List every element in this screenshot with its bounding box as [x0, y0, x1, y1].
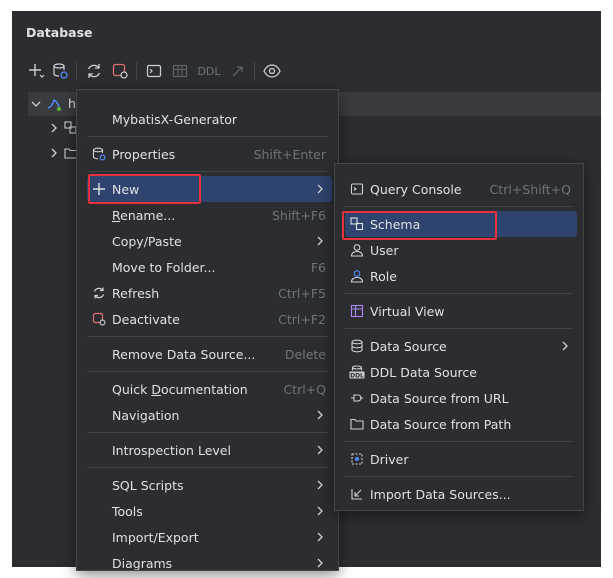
submenu-item-import-data-sources[interactable]: Import Data Sources...: [345, 481, 577, 507]
chevron-right-icon: [317, 445, 323, 455]
add-icon[interactable]: [24, 59, 48, 83]
submenu-item-driver[interactable]: Driver: [345, 446, 577, 472]
menu-item-properties[interactable]: Properties Shift+Enter: [87, 141, 332, 167]
menu-item-refresh[interactable]: Refresh Ctrl+F5: [87, 280, 332, 306]
menu-item-import-export[interactable]: Import/Export: [87, 524, 332, 550]
menu-item-deactivate[interactable]: Deactivate Ctrl+F2: [87, 306, 332, 332]
deactivate-icon[interactable]: [108, 59, 132, 83]
submenu-item-data-source[interactable]: Data Source: [345, 333, 577, 359]
chevron-right-icon: [317, 532, 323, 542]
url-plug-icon: [349, 390, 365, 406]
import-icon: [349, 486, 365, 502]
database-icon: [349, 338, 365, 354]
chevron-right-icon[interactable]: [48, 147, 60, 159]
panel-title: Database: [26, 25, 93, 40]
chevron-right-icon: [317, 236, 323, 246]
submenu-item-data-source-from-path[interactable]: Data Source from Path: [345, 411, 577, 437]
console-icon: [349, 181, 365, 197]
chevron-right-icon: [317, 184, 323, 194]
refresh-icon[interactable]: [82, 59, 106, 83]
ddl-icon[interactable]: DDL: [194, 59, 224, 83]
console-icon[interactable]: [142, 59, 166, 83]
chevron-right-icon: [317, 410, 323, 420]
menu-item-remove-data-source[interactable]: Remove Data Source... Delete: [87, 341, 332, 367]
schema-icon: [349, 216, 365, 232]
menu-item-copy-paste[interactable]: Copy/Paste: [87, 228, 332, 254]
menu-item-move-to-folder[interactable]: Move to Folder... F6: [87, 254, 332, 280]
datasource-settings-icon[interactable]: [48, 59, 72, 83]
svg-text:DDL: DDL: [350, 372, 364, 379]
chevron-right-icon: [317, 506, 323, 516]
submenu-item-query-console[interactable]: Query Console Ctrl+Shift+Q: [345, 176, 577, 202]
plus-icon: [91, 181, 107, 197]
submenu-item-schema[interactable]: Schema: [345, 211, 577, 237]
tree-root-label: h: [68, 96, 76, 111]
menu-item-mybatisx-generator[interactable]: MybatisX-Generator: [87, 106, 332, 132]
menu-item-navigation[interactable]: Navigation: [87, 402, 332, 428]
menu-item-new[interactable]: New: [87, 176, 332, 202]
chevron-down-icon[interactable]: [30, 98, 42, 110]
submenu-item-role[interactable]: Role: [345, 263, 577, 289]
chevron-right-icon[interactable]: [48, 122, 60, 134]
view-options-icon[interactable]: [260, 59, 284, 83]
menu-item-rename[interactable]: Rename... Shift+F6: [87, 202, 332, 228]
context-menu: MybatisX-Generator Properties Shift+Ente…: [76, 89, 339, 571]
submenu-item-ddl-data-source[interactable]: DDL DDL Data Source: [345, 359, 577, 385]
table-icon[interactable]: [168, 59, 192, 83]
menu-item-tools[interactable]: Tools: [87, 498, 332, 524]
new-submenu: Query Console Ctrl+Shift+Q Schema User R…: [334, 163, 584, 511]
folder-icon: [349, 416, 365, 432]
chevron-right-icon: [317, 558, 323, 568]
chevron-right-icon: [562, 341, 568, 351]
submenu-item-user[interactable]: User: [345, 237, 577, 263]
virtual-view-icon: [349, 303, 365, 319]
ddl-datasource-icon: DDL: [349, 364, 365, 380]
role-icon: [349, 268, 365, 284]
user-icon: [349, 242, 365, 258]
deactivate-icon: [91, 311, 107, 327]
refresh-icon: [91, 285, 107, 301]
submenu-item-virtual-view[interactable]: Virtual View: [345, 298, 577, 324]
jump-icon[interactable]: [226, 59, 250, 83]
menu-item-sql-scripts[interactable]: SQL Scripts: [87, 472, 332, 498]
properties-icon: [91, 146, 107, 162]
driver-icon: [349, 451, 365, 467]
menu-item-introspection-level[interactable]: Introspection Level: [87, 437, 332, 463]
menu-item-diagrams[interactable]: Diagrams: [87, 550, 332, 570]
submenu-item-data-source-from-url[interactable]: Data Source from URL: [345, 385, 577, 411]
chevron-right-icon: [317, 480, 323, 490]
menu-item-quick-documentation[interactable]: Quick Documentation Ctrl+Q: [87, 376, 332, 402]
mysql-dolphin-icon: [47, 98, 61, 111]
